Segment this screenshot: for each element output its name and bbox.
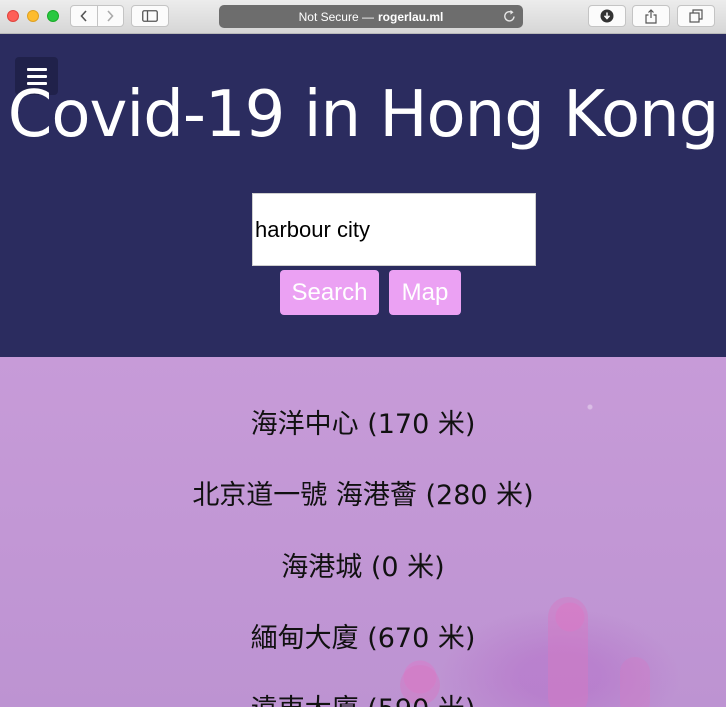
- result-item[interactable]: 北京道一號 海港薈 (280 米): [0, 479, 726, 513]
- close-window-button[interactable]: [7, 10, 19, 22]
- share-icon: [645, 8, 657, 24]
- page-title: Covid-19 in Hong Kong: [7, 78, 720, 152]
- browser-toolbar: Not Secure — rogerlau.ml: [0, 0, 726, 34]
- forward-button[interactable]: [96, 6, 124, 26]
- url-prefix: Not Secure —: [298, 9, 374, 24]
- downloads-button[interactable]: [588, 5, 626, 27]
- result-item[interactable]: 緬甸大廈 (670 米): [0, 622, 726, 656]
- history-nav: [70, 5, 124, 27]
- reload-icon[interactable]: [503, 9, 516, 26]
- map-button[interactable]: Map: [389, 270, 461, 315]
- result-item[interactable]: 海洋中心 (170 米): [0, 408, 726, 442]
- tab-overview-button[interactable]: [677, 5, 715, 27]
- result-item[interactable]: 海港城 (0 米): [0, 551, 726, 585]
- zoom-window-button[interactable]: [47, 10, 59, 22]
- results-list: 海洋中心 (170 米) 北京道一號 海港薈 (280 米) 海港城 (0 米)…: [0, 357, 726, 707]
- minimize-window-button[interactable]: [27, 10, 39, 22]
- address-bar[interactable]: Not Secure — rogerlau.ml: [219, 5, 523, 28]
- share-button[interactable]: [632, 5, 670, 27]
- result-item[interactable]: 遠東大廈 (590 米): [0, 693, 726, 707]
- chevron-left-icon: [80, 10, 87, 22]
- url-host: rogerlau.ml: [378, 9, 444, 24]
- search-input[interactable]: [252, 193, 536, 266]
- menu-icon-bar: [26, 67, 47, 71]
- download-icon: [600, 9, 614, 23]
- tabs-icon: [689, 9, 703, 23]
- sidebar-icon: [142, 10, 158, 22]
- search-button[interactable]: Search: [280, 270, 379, 315]
- chevron-right-icon: [107, 10, 114, 22]
- page-header: Covid-19 in Hong Kong Search Map: [0, 34, 726, 357]
- sidebar-button[interactable]: [131, 5, 169, 27]
- back-button[interactable]: [71, 6, 97, 26]
